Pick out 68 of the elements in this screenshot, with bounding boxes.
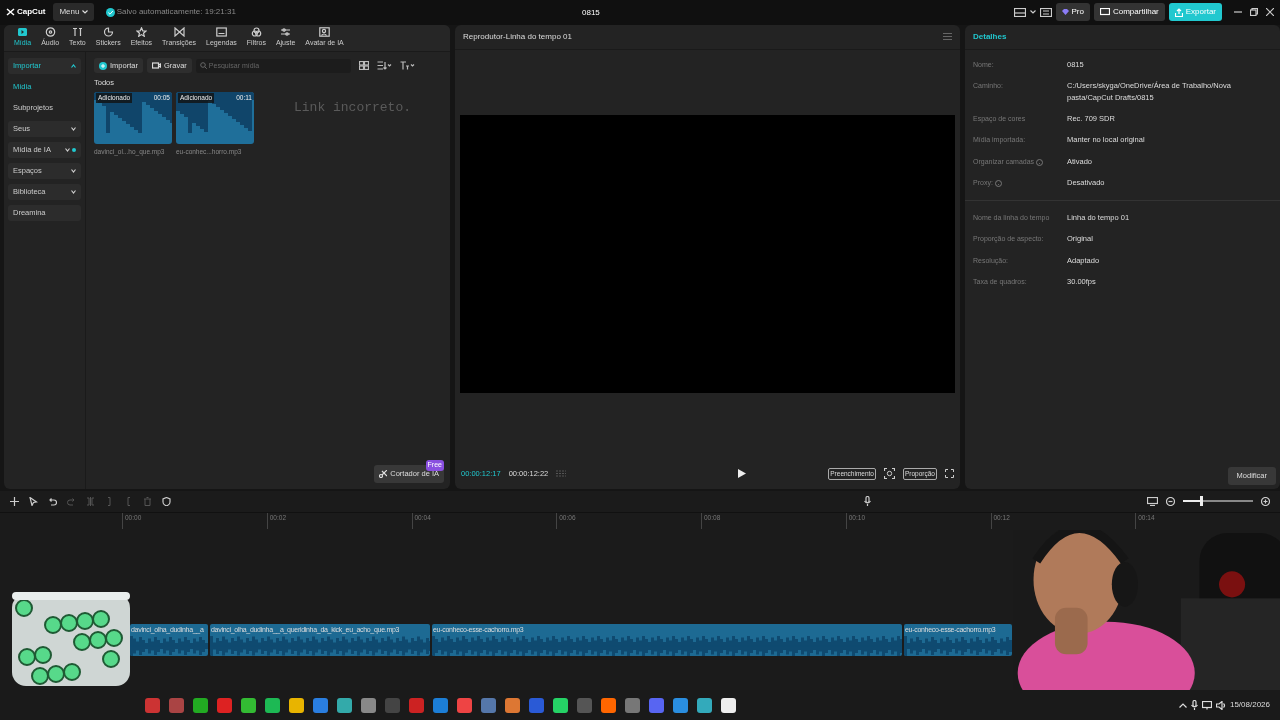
logo-text: CapCut: [17, 6, 46, 19]
app-icon[interactable]: [697, 697, 712, 713]
panel-title: Detalhes: [973, 30, 1007, 43]
app-icon[interactable]: [505, 697, 520, 713]
project-title: 0815: [582, 7, 600, 19]
chevron-down-icon: [71, 126, 76, 131]
autosave-status: Salvo automaticamente: 19:21:31: [116, 6, 236, 19]
notification-dot-icon: [72, 147, 76, 152]
sticker-icon: [102, 26, 114, 37]
focus-icon[interactable]: [884, 468, 895, 480]
subtitles-icon: [215, 26, 227, 37]
chevron-down-icon: [71, 189, 76, 194]
chevron-down-icon: [65, 147, 70, 152]
chevron-up-icon: [71, 63, 76, 68]
app-icon[interactable]: [553, 697, 568, 713]
zoom-slider-thumb[interactable]: [1199, 496, 1203, 507]
chevron-down-icon: [71, 168, 76, 173]
pro-button[interactable]: Pro: [1055, 3, 1090, 22]
share-screen-icon: [1099, 8, 1110, 17]
app-icon[interactable]: [337, 697, 352, 713]
keyboard-icon[interactable]: [1039, 7, 1052, 17]
undo-icon[interactable]: [48, 496, 57, 506]
logo-icon: [6, 8, 15, 17]
sort-icon[interactable]: [376, 61, 392, 71]
fullscreen-icon[interactable]: [945, 469, 954, 479]
frames-icon: [556, 470, 567, 478]
bowtie-icon: [173, 26, 185, 37]
volume-icon[interactable]: [1215, 700, 1226, 710]
avatar-icon: [319, 26, 331, 37]
close-icon[interactable]: [1266, 8, 1274, 17]
disc-icon: [44, 26, 56, 37]
camera-icon: [151, 62, 161, 70]
preview-icon[interactable]: [1147, 496, 1158, 506]
menu-button[interactable]: Menu: [53, 3, 94, 22]
app-icon[interactable]: [289, 697, 304, 713]
caret-icon: [81, 10, 88, 15]
play-icon[interactable]: [738, 469, 747, 479]
date-label: 15/08/2026: [1229, 699, 1270, 712]
gem-icon: [1061, 9, 1069, 16]
grid-icon[interactable]: [358, 61, 369, 71]
pointer-icon[interactable]: [29, 496, 38, 506]
scissors-icon: [379, 470, 388, 478]
app-icon[interactable]: [721, 697, 736, 713]
check-circle-icon: [105, 7, 115, 17]
filter-text-icon[interactable]: [399, 61, 415, 71]
app-icon[interactable]: [241, 697, 256, 713]
layout-icon[interactable]: [1013, 7, 1026, 17]
shield-icon[interactable]: [162, 496, 171, 506]
menu-icon[interactable]: [943, 33, 952, 41]
zoom-in-icon[interactable]: [1261, 496, 1270, 506]
app-icon[interactable]: [193, 697, 208, 713]
plus-icon[interactable]: [10, 496, 19, 506]
plus-circle-icon: [99, 61, 107, 70]
microphone-icon[interactable]: [1190, 700, 1198, 711]
circles-icon: [250, 26, 262, 37]
sliders-icon: [280, 26, 292, 37]
microphone-icon[interactable]: [864, 496, 871, 507]
app-icon[interactable]: [265, 697, 280, 713]
upload-icon: [1174, 7, 1183, 17]
restore-icon[interactable]: [1250, 8, 1258, 17]
star-icon: [135, 26, 147, 37]
zoom-out-icon[interactable]: [1166, 496, 1175, 506]
app-icon[interactable]: [601, 697, 616, 713]
caret-icon[interactable]: [1029, 10, 1036, 15]
share-button[interactable]: Compartilhar: [1093, 3, 1165, 22]
chevron-up-icon[interactable]: [1178, 702, 1187, 708]
player-title: Reprodutor-Linha do tempo 01: [463, 30, 572, 43]
text-style-icon: [71, 26, 83, 37]
